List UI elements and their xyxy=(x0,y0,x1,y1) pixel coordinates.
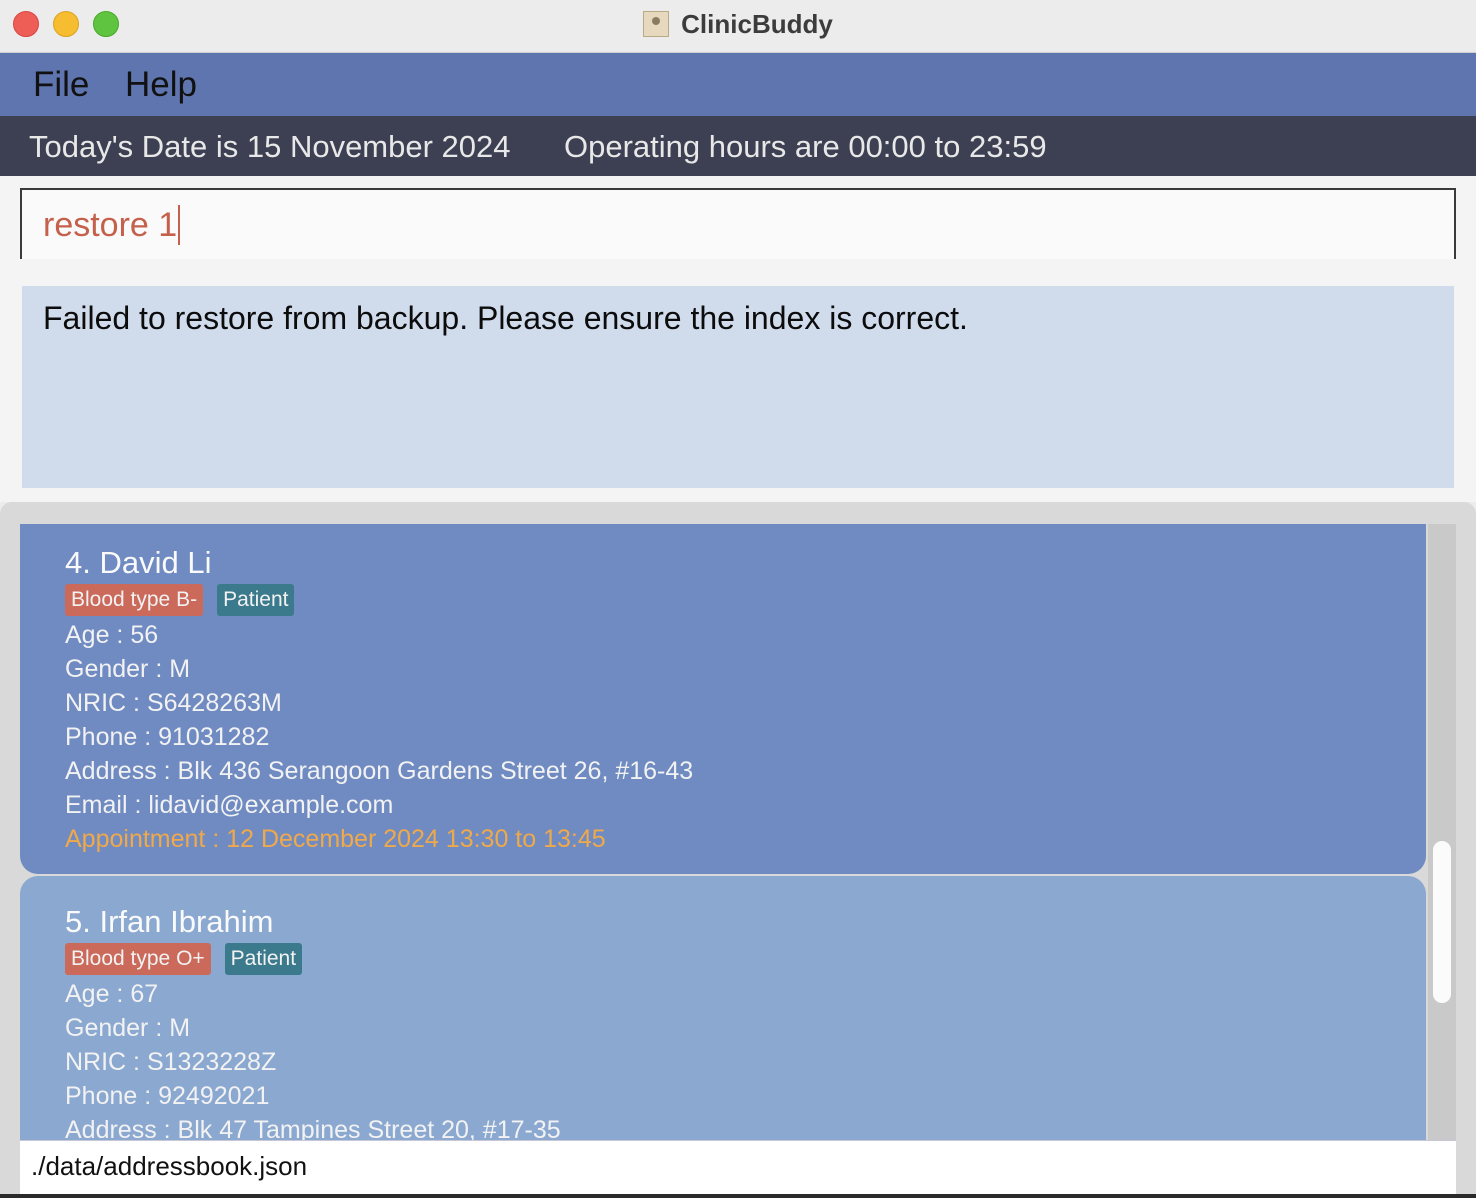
result-display: Failed to restore from backup. Please en… xyxy=(22,286,1454,488)
blood-type-tag: Blood type B- xyxy=(65,584,204,616)
info-bar: Today's Date is 15 November 2024 Operati… xyxy=(0,116,1476,176)
patient-tags: Blood type B- Patient xyxy=(65,582,693,618)
list-scrollbar-thumb[interactable] xyxy=(1433,841,1451,1003)
list-scrollbar-track[interactable] xyxy=(1428,524,1456,1140)
patient-card-content: 5. Irfan Ibrahim Blood type O+ Patient A… xyxy=(65,903,561,1140)
patient-name: 5. Irfan Ibrahim xyxy=(65,904,274,939)
role-tag: Patient xyxy=(224,943,303,975)
status-bar: ./data/addressbook.json xyxy=(20,1140,1456,1194)
patient-address: Address : Blk 436 Serangoon Gardens Stre… xyxy=(65,757,694,785)
app-icon xyxy=(643,11,670,37)
command-area: restore 1 xyxy=(0,176,1476,266)
window-title-group: ClinicBuddy xyxy=(0,0,1476,48)
role-tag: Patient xyxy=(217,584,295,616)
patient-nric: NRIC : S6428263M xyxy=(65,689,282,717)
window-title: ClinicBuddy xyxy=(681,8,833,39)
blood-type-tag: Blood type O+ xyxy=(65,943,211,975)
patient-nric: NRIC : S1323228Z xyxy=(65,1048,277,1076)
patient-gender: Gender : M xyxy=(65,1014,191,1042)
patient-gender: Gender : M xyxy=(65,655,191,683)
command-input-text: restore 1 xyxy=(43,205,181,245)
patient-email: Email : lidavid@example.com xyxy=(65,791,394,819)
patient-age: Age : 56 xyxy=(65,621,159,649)
patient-tags: Blood type O+ Patient xyxy=(65,941,561,977)
result-area: Failed to restore from backup. Please en… xyxy=(0,266,1476,502)
operating-hours-label: Operating hours are 00:00 to 23:59 xyxy=(564,129,1047,164)
result-message: Failed to restore from backup. Please en… xyxy=(43,300,968,336)
patient-phone: Phone : 92492021 xyxy=(65,1082,270,1110)
patient-list: 4. David Li Blood type B- Patient Age : … xyxy=(20,524,1428,1140)
patient-list-panel: 4. David Li Blood type B- Patient Age : … xyxy=(0,502,1476,1198)
menu-help[interactable]: Help xyxy=(125,65,197,105)
patient-name: 4. David Li xyxy=(65,545,212,580)
patient-card-content: 4. David Li Blood type B- Patient Age : … xyxy=(65,544,693,856)
patient-card[interactable]: 5. Irfan Ibrahim Blood type O+ Patient A… xyxy=(20,876,1426,1140)
patient-appointment: Appointment : 12 December 2024 13:30 to … xyxy=(65,825,606,853)
command-input[interactable]: restore 1 xyxy=(20,188,1456,259)
menu-file[interactable]: File xyxy=(33,65,89,105)
window-titlebar: ClinicBuddy xyxy=(0,0,1476,53)
patient-phone: Phone : 91031282 xyxy=(65,723,270,751)
patient-age: Age : 67 xyxy=(65,980,159,1008)
data-file-path: ./data/addressbook.json xyxy=(31,1151,308,1181)
window-bottom-edge xyxy=(0,1194,1476,1198)
patient-card-selected[interactable]: 4. David Li Blood type B- Patient Age : … xyxy=(20,524,1426,874)
patient-address: Address : Blk 47 Tampines Street 20, #17… xyxy=(65,1116,561,1140)
todays-date-label: Today's Date is 15 November 2024 xyxy=(29,129,511,164)
menu-bar: File Help xyxy=(0,53,1476,116)
